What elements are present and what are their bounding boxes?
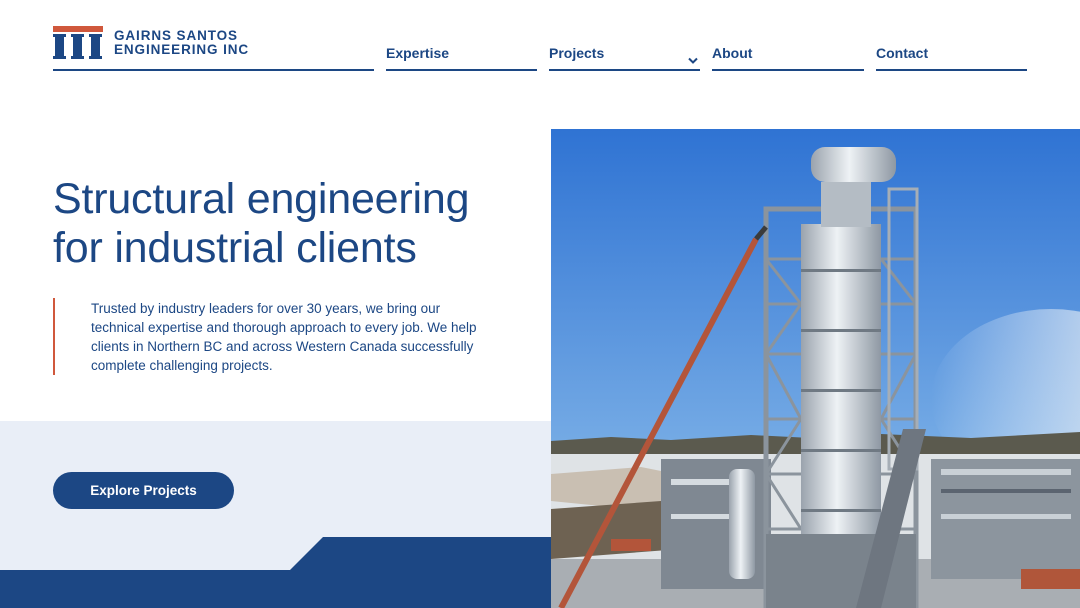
pillars-logo-icon (53, 26, 103, 59)
nav-item-contact[interactable]: Contact (876, 44, 1027, 71)
brand-name: GAIRNS SANTOS ENGINEERING INC (114, 27, 250, 57)
logo-underline (53, 69, 374, 71)
nav-item-label: Expertise (386, 45, 450, 61)
nav-item-label: Projects (549, 45, 605, 61)
brand-name-line2: ENGINEERING INC (114, 41, 250, 57)
quote-accent-bar (53, 298, 55, 375)
nav-item-projects[interactable]: Projects (549, 44, 700, 71)
page-title-line1: Structural engineering (53, 175, 470, 223)
page-title-line2: for industrial clients (53, 224, 417, 272)
industrial-tower-illustration (551, 129, 1080, 608)
decorative-navy-shape (0, 537, 551, 608)
brand-name-line1: GAIRNS SANTOS (114, 27, 238, 43)
home-logo-link[interactable]: GAIRNS SANTOS ENGINEERING INC (53, 26, 249, 59)
nav-item-label: About (712, 45, 753, 61)
nav-item-label: Contact (876, 45, 929, 61)
hero-photo (551, 129, 1080, 608)
hero-description: Trusted by industry leaders for over 30 … (91, 301, 477, 373)
nav-item-expertise[interactable]: Expertise (386, 44, 537, 71)
chevron-down-icon (688, 52, 698, 64)
explore-projects-button[interactable]: Explore Projects (53, 472, 234, 509)
nav-item-about[interactable]: About (712, 44, 864, 71)
page-title: Structural engineering for industrial cl… (53, 175, 533, 273)
